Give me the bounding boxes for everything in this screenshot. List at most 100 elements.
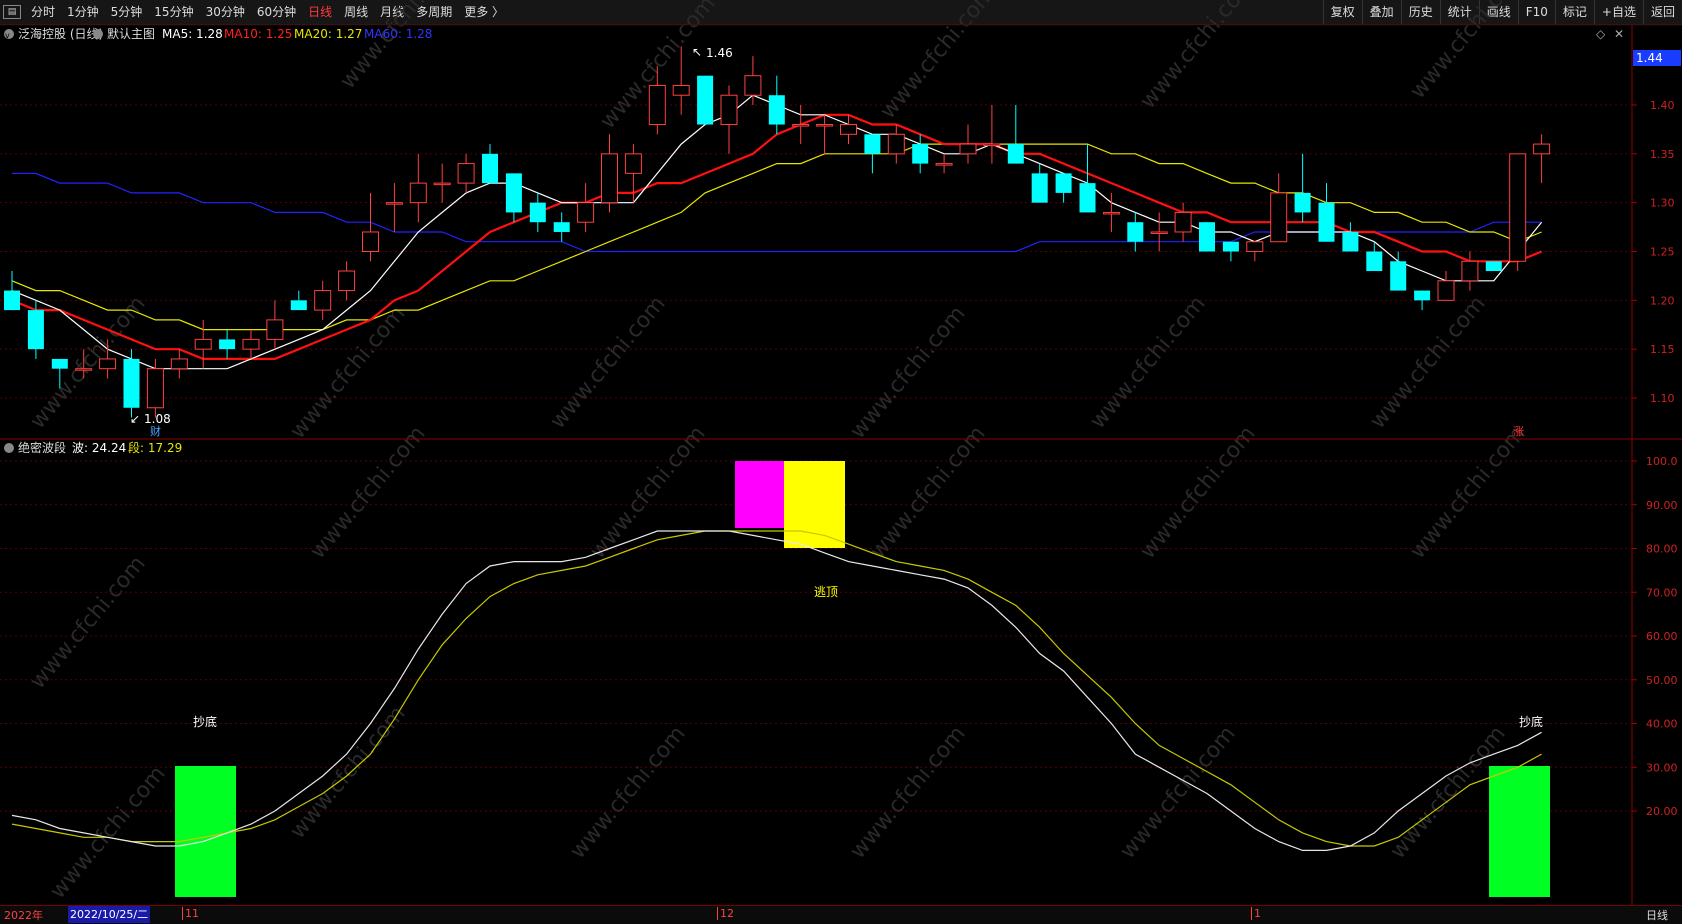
price-tick-label: 1.20 [1650, 294, 1675, 307]
buy-label-left: 抄底 [193, 714, 217, 729]
candle-body-down [1222, 241, 1239, 252]
candle-body-up [362, 231, 379, 252]
watermark-text: www.cfchi.com [845, 301, 970, 443]
watermark-text: www.cfchi.com [1365, 291, 1490, 433]
candle-body-up [194, 338, 212, 350]
candle-body-down [482, 153, 498, 184]
indicator-tick-label: 90.00 [1646, 499, 1678, 512]
watermark-text: www.cfchi.com [1405, 0, 1530, 104]
candle-body-up [577, 202, 595, 223]
candle-body-up [99, 358, 117, 370]
candle-body-up [887, 133, 905, 155]
watermark-text: www.cfchi.com [285, 301, 410, 443]
template-icon[interactable] [93, 29, 103, 39]
indicator-tick-label: 100.0 [1646, 455, 1678, 468]
price-tick-label: 1.30 [1650, 197, 1675, 210]
indicator-tick-label: 70.00 [1646, 586, 1678, 599]
financial-report-marker[interactable]: 财 [150, 424, 161, 438]
candle-body-up [959, 143, 977, 155]
watermark-text: www.cfchi.com [1115, 721, 1240, 863]
candle-body-up [457, 163, 475, 184]
ma5-legend: MA5: 1.28 [162, 27, 223, 41]
indicator-tick-label: 20.00 [1646, 805, 1678, 818]
indicator-tick-label: 50.00 [1646, 674, 1678, 687]
candle-body-down [1007, 144, 1024, 164]
watermark-text: www.cfchi.com [335, 0, 460, 94]
wave-line [11, 530, 1542, 852]
candle-body-up [1270, 192, 1288, 243]
buy-signal-block-right [1489, 766, 1550, 897]
ma20-legend: MA20: 1.27 [294, 27, 362, 41]
candle-body-up [338, 270, 356, 292]
chevron-down-icon: v [5, 31, 10, 40]
candle-body-down [1366, 251, 1383, 272]
candle-body-up [624, 153, 642, 174]
candle-body-down [1342, 231, 1359, 252]
ma60-legend: MA60: 1.28 [364, 27, 432, 41]
candle-body-down [697, 75, 714, 125]
candle-body-down [1318, 202, 1335, 242]
period-tab[interactable]: 日线 [1646, 907, 1668, 923]
diamond-icon[interactable]: ◇ [1596, 27, 1606, 41]
price-tick-label: 1.25 [1650, 246, 1675, 259]
candle-body-down [1414, 290, 1431, 301]
watermark-text: www.cfchi.com [1135, 0, 1260, 114]
ma5-line [11, 94, 1543, 370]
stock-title: 泛海控股 (日线) [18, 26, 103, 41]
rise-marker[interactable]: 涨 [1513, 425, 1524, 438]
candle-body-up [744, 75, 762, 96]
indicator-lines [11, 530, 1542, 852]
indicator-legend: 绝密波段 波: 24.24 段: 17.29 [4, 440, 182, 455]
candle-body-up [409, 182, 427, 204]
candle-body-down [27, 310, 44, 350]
candle-body-down [219, 339, 236, 350]
indicator-tick-label: 30.00 [1646, 761, 1678, 774]
price-tick-label: 1.35 [1650, 148, 1675, 161]
moving-average-lines [11, 94, 1543, 370]
candle-body-down [123, 358, 140, 408]
candle-body-up [792, 124, 810, 127]
low-price-label: 1.08 [144, 412, 171, 426]
sell-top-label: 逃顶 [814, 585, 838, 599]
candle-body-down [553, 222, 570, 232]
close-icon[interactable]: ✕ [1614, 27, 1624, 41]
ma10-legend: MA10: 1.25 [224, 27, 292, 41]
candle-body-up [983, 143, 1001, 147]
candle-body-up [935, 163, 953, 166]
candle-body-up [433, 182, 451, 186]
ma60-line [12, 172, 1542, 253]
segment-line [11, 530, 1542, 847]
candle-body-down [768, 95, 785, 125]
indicator-collapse-icon[interactable] [4, 443, 14, 453]
low-arrow-icon: ↙ [130, 412, 140, 426]
candle-body-up [75, 368, 93, 371]
watermark-text: www.cfchi.com [565, 721, 690, 863]
candle-body-down [912, 144, 929, 164]
price-tick-label: 1.15 [1650, 343, 1675, 356]
indicator-axis: 100.0 90.00 80.00 70.00 60.00 50.00 40.00 30.00… [1632, 455, 1678, 818]
candle-body-up [1150, 231, 1168, 234]
watermark-text: www.cfchi.com [1085, 291, 1210, 433]
watermark-text: www.cfchi.com [1135, 421, 1260, 563]
indicator-tick-label: 60.00 [1646, 630, 1678, 643]
watermark-text: www.cfchi.com [845, 721, 970, 863]
candle-body-up [601, 153, 618, 204]
candle-body-down [529, 202, 546, 223]
candle-body-up [672, 84, 690, 96]
candle-body-up [720, 94, 738, 126]
chart-canvas[interactable]: www.cfchi.comwww.cfchi.comwww.cfchi.comw… [0, 0, 1682, 923]
watermark-text: www.cfchi.com [305, 421, 430, 563]
month-label-jan: 1 [1251, 907, 1261, 920]
candle-body-down [1079, 183, 1096, 213]
watermark-text: www.cfchi.com [1405, 421, 1530, 563]
watermark-layer: www.cfchi.comwww.cfchi.comwww.cfchi.comw… [25, 0, 1530, 904]
candle-body-down [1055, 173, 1072, 193]
candle-body-up [840, 124, 857, 135]
buy-label-right: 抄底 [1519, 714, 1543, 729]
candle-body-up [242, 338, 260, 350]
watermark-text: www.cfchi.com [865, 421, 990, 563]
candle-body-up [816, 124, 834, 127]
candle-body-down [4, 290, 20, 311]
candle-body-up [1509, 153, 1527, 262]
candle-body-down [864, 134, 881, 154]
